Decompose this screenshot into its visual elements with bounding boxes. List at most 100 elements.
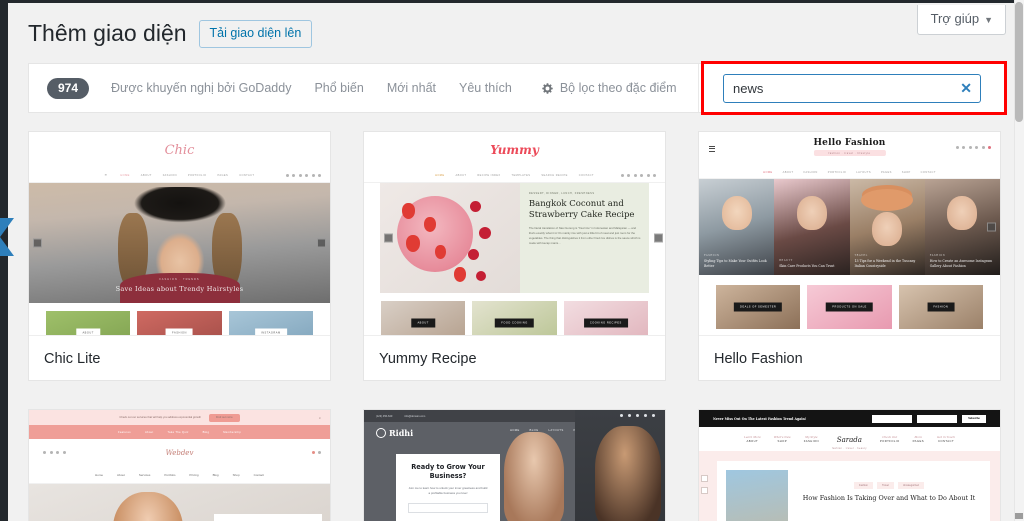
theme-screenshot: Chic ☰ HOME ABOUT FASHION PORTFOLIO PAGES CO… xyxy=(29,132,330,336)
preview-logo: Webdev xyxy=(165,449,194,457)
post-title: How Fashion Is Taking Over and What to D… xyxy=(802,494,976,502)
collapse-arrow-bottom xyxy=(0,237,14,256)
post-tag: Travel xyxy=(876,482,894,489)
form-body: Join me to learn how to unlock your inne… xyxy=(408,485,488,495)
slide-caption: 13 Tips for a Weekend in the Tuscany Ita… xyxy=(854,259,916,269)
help-button[interactable]: Trợ giúp ▼ xyxy=(916,5,1006,35)
preview-logo-bar: Chic xyxy=(29,132,330,168)
preview-tagline: fashion · travel · beauty xyxy=(831,446,867,450)
preview-tagline: fashion · travel · lifestyle xyxy=(813,150,886,156)
carousel-prev-icon xyxy=(701,475,708,482)
post-tag: Uncategorized xyxy=(897,482,924,489)
preview-logo: Chic xyxy=(164,142,195,158)
preview-nav: ☰ HOME ABOUT FASHION PORTFOLIO PAGES CONTACT xyxy=(29,168,330,183)
topnav-item: Membership xyxy=(223,430,242,434)
form-input xyxy=(408,503,488,514)
theme-card[interactable]: (123) 456-640 info@domain.com Ridhi HOME… xyxy=(363,409,666,521)
theme-title: Hello Fashion xyxy=(714,350,803,367)
nav-item: Contact xyxy=(253,473,264,477)
theme-search-field[interactable]: ✕ xyxy=(723,73,981,103)
nav-item: Services xyxy=(138,473,151,477)
theme-title: Chic Lite xyxy=(44,350,101,367)
filter-link-recommended[interactable]: Được khuyến nghị bởi GoDaddy xyxy=(111,81,291,95)
scrollbar-thumb[interactable] xyxy=(1015,2,1023,122)
thumb-caption: ABOUT xyxy=(76,328,100,335)
theme-count-badge: 974 xyxy=(47,77,90,99)
article-title: Bangkok Coconut and Strawberry Cake Reci… xyxy=(528,199,635,220)
feature-filter-toggle[interactable]: Bộ lọc theo đặc điểm xyxy=(541,81,677,95)
theme-card[interactable]: Yummy HOME ABOUT RECIPE INDEX TEMPLATES SEA… xyxy=(363,131,666,381)
carousel-next-icon xyxy=(987,222,996,232)
filter-link-popular[interactable]: Phổ biến xyxy=(314,81,363,95)
topnav-item: Features xyxy=(117,430,131,434)
preview-nav: HOME ABOUT FASHION PORTFOLIO LAYOUTS PAGES S… xyxy=(699,166,1000,179)
preview-hero: No Matter How Good You Are at Anything A… xyxy=(29,484,330,521)
carousel-prev-icon xyxy=(384,233,393,243)
themes-grid: Chic ☰ HOME ABOUT FASHION PORTFOLIO PAGES CO… xyxy=(28,131,1006,521)
preview-hero: FASHION Styling Tips to Make Your Outfits… xyxy=(699,179,1000,275)
thumb-caption: ABOUT xyxy=(411,318,435,328)
theme-card[interactable]: Never Miss Out On The Latest Fashion Tre… xyxy=(698,409,1001,521)
search-input[interactable] xyxy=(724,74,980,102)
preview-thumbs: ABOUT FASHION INSTAGRAM xyxy=(29,303,330,335)
theme-card[interactable]: Hello Fashion fashion · travel · lifesty… xyxy=(698,131,1001,381)
nav-item: About xyxy=(117,473,125,477)
nav-item: FASHION xyxy=(803,439,819,443)
theme-filter-bar: 974 Được khuyến nghị bởi GoDaddy Phổ biế… xyxy=(28,63,1006,113)
preview-promo-bar: Check out our services that will help yo… xyxy=(29,410,330,425)
slide-caption: Styling Tips to Make Your Outfits Look B… xyxy=(704,259,767,269)
nav-item: SHOP xyxy=(777,439,788,443)
nav-item: Home xyxy=(95,473,104,477)
carousel-next-icon xyxy=(654,233,663,243)
slide-kicker: BEAUTY xyxy=(779,259,793,263)
theme-screenshot: Hello Fashion fashion · travel · lifesty… xyxy=(699,132,1000,336)
preview-hero: FASHION · TRENDS Save Ideas about Trendy… xyxy=(29,183,330,303)
page-title: Thêm giao diện xyxy=(28,20,187,46)
theme-card[interactable]: Check out our services that will help yo… xyxy=(28,409,331,521)
banner-text: Never Miss Out On The Latest Fashion Tre… xyxy=(713,416,807,421)
theme-card[interactable]: Chic ☰ HOME ABOUT FASHION PORTFOLIO PAGES CO… xyxy=(28,131,331,381)
nav-item: PORTFOLIO xyxy=(879,439,900,443)
topnav-item: Blog xyxy=(202,430,210,434)
theme-screenshot: (123) 456-640 info@domain.com Ridhi HOME… xyxy=(364,410,665,521)
search-clear-icon[interactable]: ✕ xyxy=(960,81,972,95)
slide-caption: How to Create an Awesome Instagram Galle… xyxy=(929,259,993,269)
preview-email: info@domain.com xyxy=(404,414,426,418)
filter-link-latest[interactable]: Mới nhất xyxy=(387,81,436,95)
article-body: The literal translation of Nasi Goreng i… xyxy=(528,225,641,246)
thumb-caption: FASHION xyxy=(927,302,955,312)
menu-icon xyxy=(709,146,715,152)
hero-caption: Save Ideas about Trendy Hairstyles xyxy=(115,285,244,293)
thumb-caption: PRODUCTS ON SALE xyxy=(826,302,873,312)
admin-bar-line xyxy=(8,0,1024,3)
preview-nav: Home About Services Portfolio Pricing Bl… xyxy=(29,467,330,484)
topnav-item: About xyxy=(144,430,154,434)
page-scrollbar[interactable] xyxy=(1014,0,1024,521)
gear-icon xyxy=(541,82,554,95)
slide-caption: Skin Care Products You Can Trust xyxy=(779,264,835,269)
preview-nav: HOME ABOUT RECIPE INDEX TEMPLATES SEARCH RE… xyxy=(364,168,665,183)
theme-screenshot: Yummy HOME ABOUT RECIPE INDEX TEMPLATES SEA… xyxy=(364,132,665,336)
thumb-caption: INSTAGRAM xyxy=(254,328,287,335)
article-tags: DESSERT, DINNER, LUNCH, FRESHNESS xyxy=(528,192,595,195)
preview-logo: Ridhi xyxy=(389,428,414,438)
promo-button: Find out more xyxy=(208,413,240,422)
nav-item: Shop xyxy=(232,473,240,477)
upload-theme-button[interactable]: Tải giao diện lên xyxy=(198,20,313,48)
preview-hero: Fashion Travel Uncategorized How Fashion… xyxy=(699,451,1000,521)
promo-text: Check out our services that will help yo… xyxy=(119,416,201,419)
nav-item: ABOUT xyxy=(746,439,759,443)
post-tag: Fashion xyxy=(854,482,873,489)
scrollbar-down-arrow-icon[interactable] xyxy=(1015,513,1023,519)
preview-topnav: Features About Take The Quiz Blog Member… xyxy=(29,425,330,439)
chevron-down-icon: ▼ xyxy=(984,15,993,25)
sidebar-collapse-arrow-icon[interactable] xyxy=(0,218,14,256)
close-icon: ✕ xyxy=(318,416,321,420)
banner-input-email xyxy=(917,414,957,423)
help-button-label: Trợ giúp xyxy=(930,11,980,26)
carousel-next-icon xyxy=(701,487,708,494)
theme-screenshot: Never Miss Out On The Latest Fashion Tre… xyxy=(699,410,1000,521)
preview-subscribe-bar: Never Miss Out On The Latest Fashion Tre… xyxy=(699,410,1000,427)
filter-link-favorites[interactable]: Yêu thích xyxy=(459,81,512,95)
nav-item: CONTACT xyxy=(937,439,955,443)
